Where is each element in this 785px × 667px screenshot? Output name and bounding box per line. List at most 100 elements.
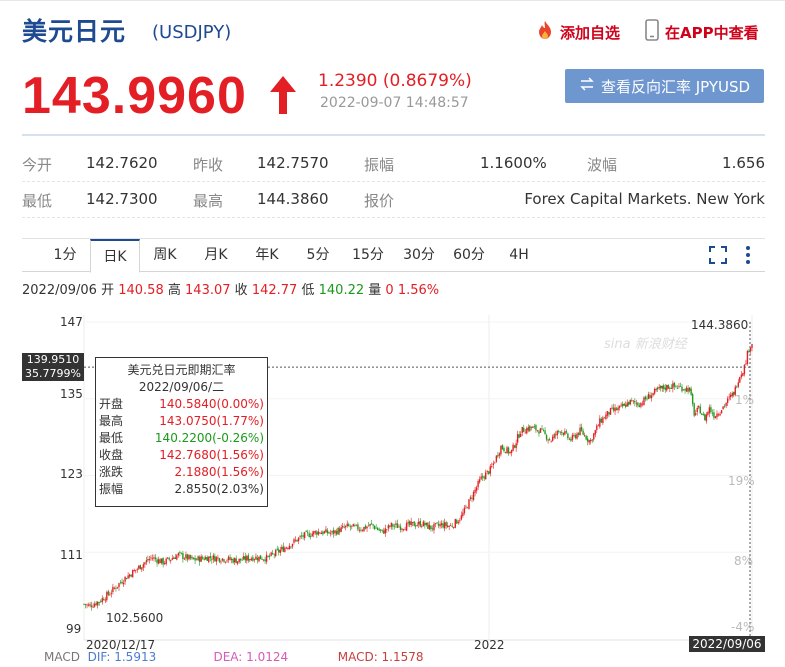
candle-body — [294, 539, 297, 541]
reverse-rate-button[interactable]: 查看反向汇率 JPYUSD — [565, 69, 764, 103]
tab-daily[interactable]: 日K — [90, 239, 140, 273]
high-value: 144.3860 — [257, 190, 329, 208]
candle-body — [623, 403, 625, 406]
tooltip-rows: 开盘 140.5840(0.00%) 最高 143.0750(1.77%) 最低 140.… — [96, 396, 267, 498]
candle-body — [284, 547, 286, 552]
candle-body — [615, 408, 618, 411]
candle-body — [195, 559, 198, 561]
candle-body — [384, 528, 386, 534]
candle-body — [707, 412, 709, 415]
candle-body — [477, 481, 479, 488]
candlestick-chart[interactable]: sina 新浪财经 147 135 123 111 99 1% 19% 8% -… — [0, 300, 785, 667]
candle-body — [390, 522, 393, 527]
candle-body — [538, 431, 540, 434]
candle-body — [451, 526, 453, 527]
candle-body — [131, 570, 134, 578]
add-favorite-button[interactable]: 添加自选 — [534, 19, 620, 45]
candle-body — [135, 569, 137, 571]
candle-body — [246, 556, 248, 561]
candle-body — [701, 413, 703, 415]
candle-body — [331, 530, 333, 533]
candle-body — [568, 438, 571, 440]
tab-monthly[interactable]: 月K — [191, 239, 241, 272]
more-options-icon[interactable] — [745, 245, 751, 269]
candle-body — [112, 586, 114, 592]
pct-tick-19: 19% — [728, 474, 755, 488]
candle-body — [427, 522, 429, 529]
candle-body — [122, 582, 125, 585]
tab-weekly[interactable]: 周K — [140, 239, 190, 272]
candle-body — [395, 523, 397, 525]
tab-yearly[interactable]: 年K — [242, 239, 292, 272]
candle-body — [291, 543, 294, 547]
candle-body — [221, 558, 224, 561]
candle-body — [430, 525, 432, 530]
candle-body — [728, 396, 730, 398]
candle-body — [305, 530, 307, 532]
tab-60min[interactable]: 60分 — [444, 239, 494, 272]
candle-body — [166, 557, 169, 559]
candle-body — [634, 401, 636, 403]
candle-body — [676, 387, 679, 389]
candle-body — [666, 384, 668, 391]
ohlc-high-label: 高 — [167, 283, 181, 298]
candle-body — [516, 434, 519, 443]
view-in-app-label: 在APP中查看 — [665, 23, 759, 42]
candle-body — [456, 519, 458, 524]
candle-body — [678, 386, 680, 388]
candle-body — [600, 419, 603, 423]
candle-body — [649, 395, 651, 399]
candle-body — [523, 427, 525, 432]
view-in-app-button[interactable]: 在APP中查看 — [645, 19, 759, 45]
candle-body — [217, 557, 219, 559]
candle-body — [328, 532, 330, 534]
tooltip-row-value: 140.2200(-0.26%) — [154, 431, 264, 445]
ohlc-volume-label: 量 — [368, 283, 382, 298]
candle-body — [157, 559, 160, 564]
candle-body — [361, 530, 364, 532]
candle-body — [629, 399, 631, 405]
tab-15min[interactable]: 15分 — [343, 239, 393, 272]
candle-body — [588, 440, 590, 443]
tab-30min[interactable]: 30分 — [394, 239, 444, 272]
candle-body — [478, 479, 481, 483]
candle-body — [224, 561, 227, 563]
tooltip-title: 美元兑日元即期汇率 — [127, 363, 236, 377]
candle-body — [113, 587, 116, 589]
candle-body — [498, 453, 501, 456]
tab-5min[interactable]: 5分 — [293, 239, 343, 272]
candle-body — [567, 433, 569, 439]
candle-body — [125, 578, 128, 580]
candle-body — [450, 525, 452, 527]
pct-tick-1: 1% — [735, 393, 755, 407]
candle-body — [742, 373, 744, 376]
candle-body — [119, 582, 122, 584]
candle-body — [366, 526, 368, 529]
candle-body — [393, 525, 396, 527]
tab-1min[interactable]: 1分 — [40, 239, 90, 272]
fullscreen-icon[interactable] — [709, 246, 727, 268]
candle-body — [139, 564, 142, 570]
amplitude-value: 1.1600% — [480, 154, 547, 172]
candle-body — [189, 555, 192, 559]
candle-body — [512, 444, 514, 451]
candle-body — [583, 435, 586, 436]
candle-body — [258, 556, 260, 562]
candle-body — [141, 567, 143, 570]
candle-body — [548, 439, 551, 441]
tooltip-row-label: 最低 — [99, 431, 124, 445]
candle-body — [632, 400, 635, 402]
candle-body — [513, 445, 516, 448]
candle-body — [104, 599, 107, 601]
candle-body — [729, 394, 732, 398]
tooltip-row: 开盘 140.5840(0.00%) — [96, 396, 267, 413]
tab-4h[interactable]: 4H — [494, 239, 544, 272]
candle-body — [550, 440, 552, 442]
ohlc-open: 140.58 — [118, 283, 164, 298]
candle-body — [660, 385, 662, 389]
candle-body — [545, 435, 548, 440]
up-arrow-icon — [268, 74, 298, 120]
candle-body — [253, 559, 256, 561]
low-value: 142.7300 — [86, 190, 158, 208]
candle-body — [375, 527, 377, 529]
